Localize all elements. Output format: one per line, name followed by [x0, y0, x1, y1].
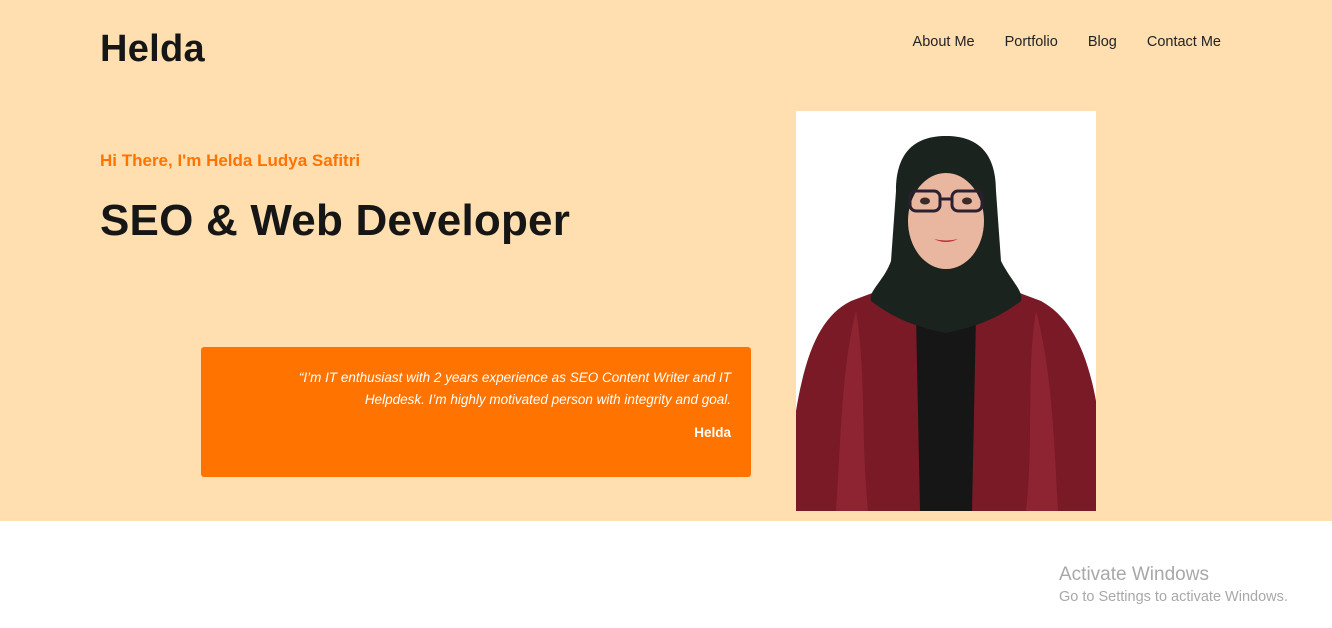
activate-windows-watermark: Activate Windows Go to Settings to activ…	[1059, 564, 1288, 608]
nav-portfolio[interactable]: Portfolio	[1005, 33, 1058, 51]
watermark-title: Activate Windows	[1059, 564, 1209, 585]
quote-text: “I’m IT enthusiast with 2 years experien…	[298, 370, 731, 407]
main-nav: About Me Portfolio Blog Contact Me	[913, 33, 1221, 51]
hero-greeting: Hi There, I'm Helda Ludya Safitri	[100, 151, 361, 170]
profile-photo	[796, 111, 1096, 511]
hero-headline: SEO & Web Developer	[100, 196, 571, 245]
hero-section: Helda About Me Portfolio Blog Contact Me…	[0, 0, 1332, 521]
site-logo[interactable]: Helda	[100, 28, 205, 71]
nav-blog[interactable]: Blog	[1088, 33, 1117, 51]
nav-about-me[interactable]: About Me	[913, 33, 975, 51]
quote-card: “I’m IT enthusiast with 2 years experien…	[201, 347, 751, 477]
nav-contact-me[interactable]: Contact Me	[1147, 33, 1221, 51]
quote-author: Helda	[694, 425, 731, 440]
watermark-subtitle: Go to Settings to activate Windows.	[1059, 589, 1288, 605]
